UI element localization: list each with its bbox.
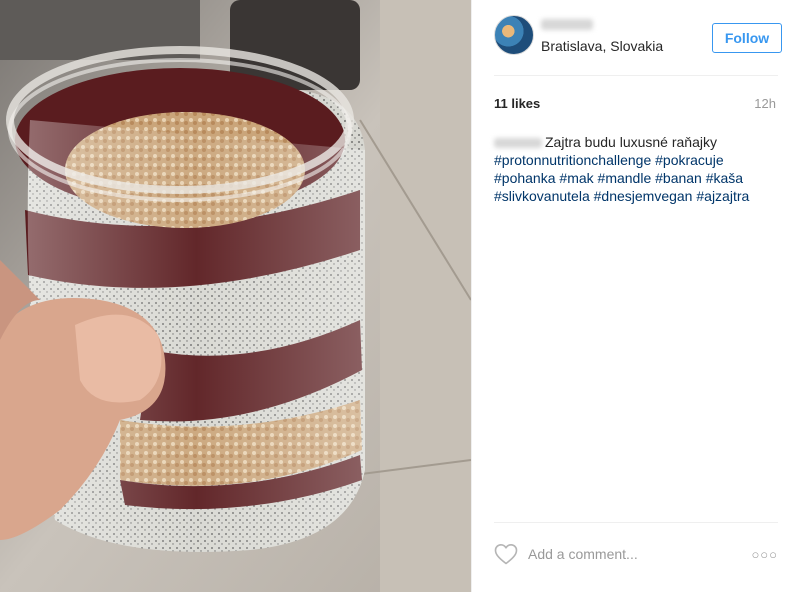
follow-button[interactable]: Follow: [712, 23, 782, 53]
comment-divider: [494, 522, 778, 523]
hashtag[interactable]: #kaša: [706, 170, 743, 186]
likes-count[interactable]: 11 likes: [494, 96, 540, 111]
hashtag[interactable]: #pohanka: [494, 170, 556, 186]
photo-illustration: [0, 0, 471, 592]
ellipsis-icon[interactable]: ○○○: [751, 547, 778, 562]
post-time[interactable]: 12h: [754, 96, 776, 111]
hashtag[interactable]: #slivkovanutela: [494, 188, 590, 204]
hashtag[interactable]: #pokracuje: [655, 152, 724, 168]
post-photo[interactable]: [0, 0, 471, 592]
username-blurred[interactable]: [541, 19, 593, 30]
post-header: Bratislava, Slovakia Follow: [494, 15, 782, 59]
caption-text: Zajtra budu luxusné raňajky: [545, 134, 717, 150]
comment-bar: ○○○: [494, 540, 778, 570]
caption-username-blurred[interactable]: [494, 138, 542, 149]
avatar[interactable]: [494, 15, 534, 55]
heart-outline-icon[interactable]: [494, 543, 518, 565]
hashtag[interactable]: #dnesjemvegan: [594, 188, 693, 204]
hashtag[interactable]: #ajzajtra: [696, 188, 749, 204]
comment-input[interactable]: [528, 542, 738, 566]
hashtag[interactable]: #banan: [655, 170, 702, 186]
hashtag[interactable]: #mandle: [598, 170, 652, 186]
location-link[interactable]: Bratislava, Slovakia: [541, 38, 663, 54]
hashtag[interactable]: #mak: [559, 170, 593, 186]
post-sidebar: Bratislava, Slovakia Follow 11 likes 12h…: [471, 0, 800, 592]
post-caption: Zajtra budu luxusné raňajky #protonnutri…: [494, 133, 778, 205]
hashtag[interactable]: #protonnutritionchallenge: [494, 152, 651, 168]
header-divider: [494, 75, 778, 76]
